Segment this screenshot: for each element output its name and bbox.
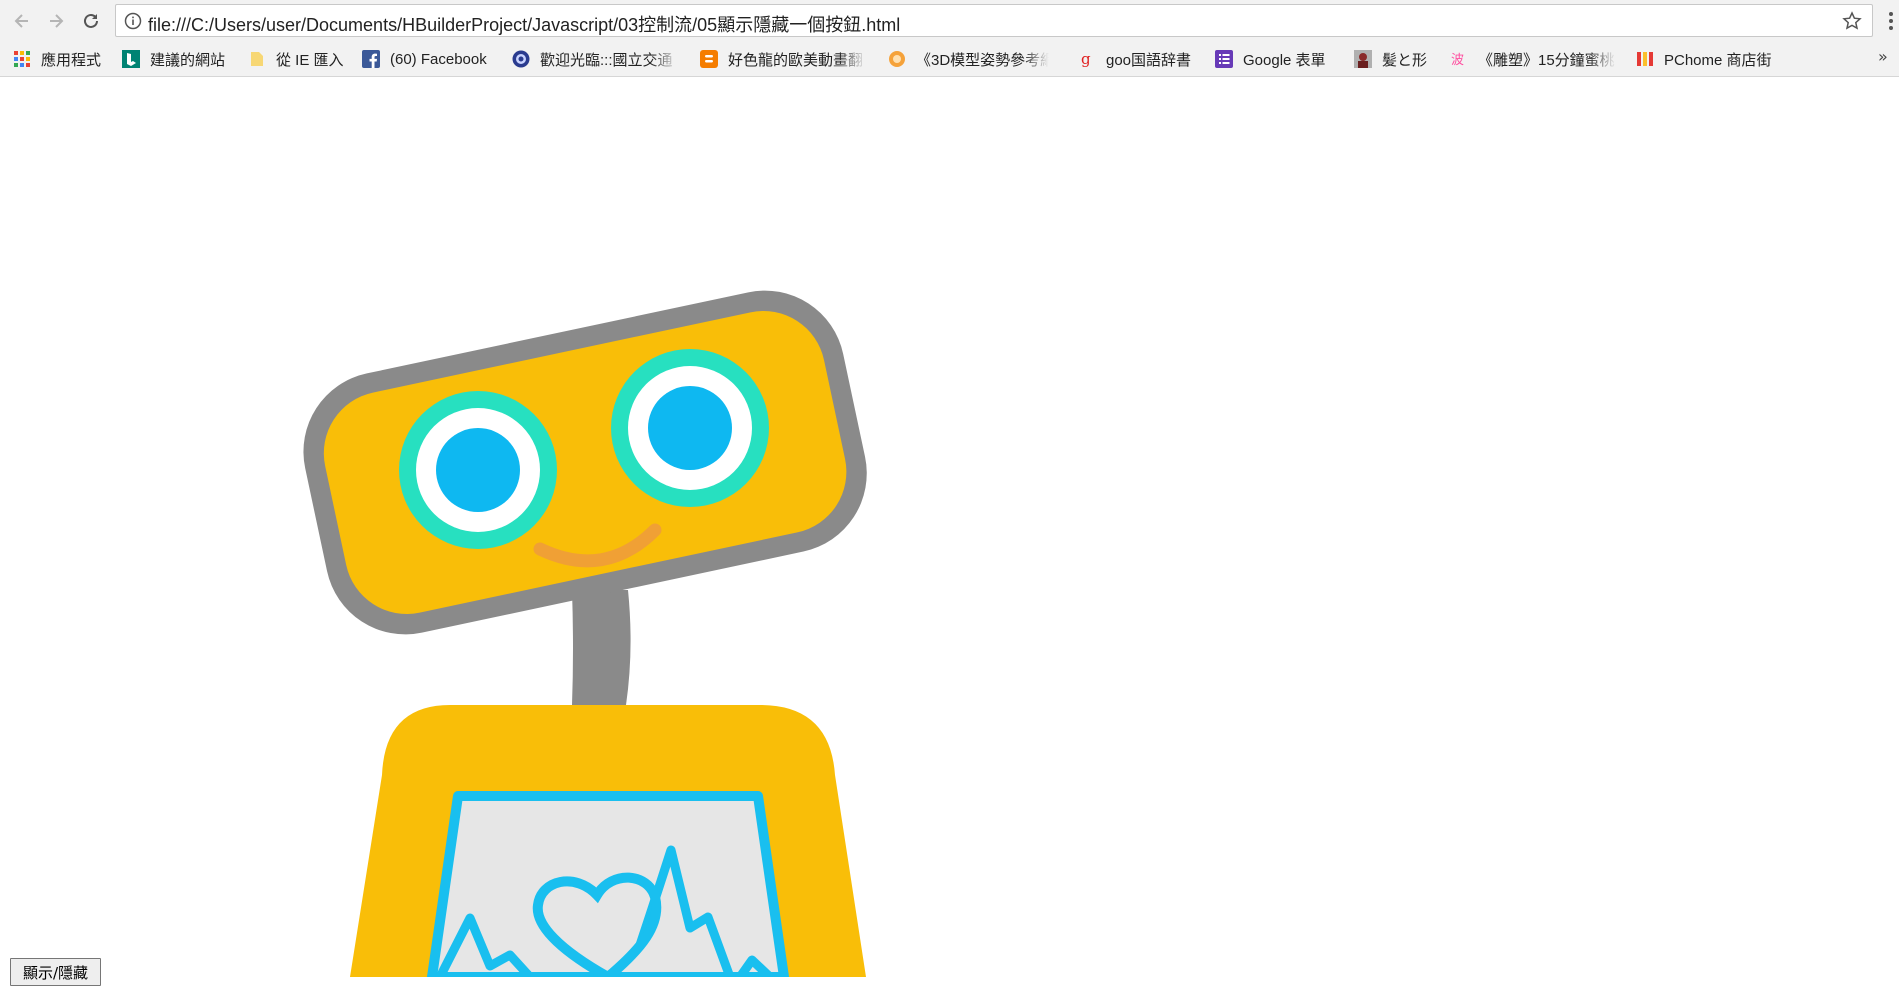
bookmark-cartoon-blog[interactable]: 好色龍的歐美動畫翻 [700, 48, 866, 70]
goo-icon: g [1081, 50, 1091, 68]
portrait-icon [1354, 50, 1372, 68]
svg-text:波: 波 [1451, 53, 1464, 68]
url-text[interactable]: file:///C:/Users/user/Documents/HBuilder… [148, 11, 900, 37]
bookmark-label: 應用程式 [41, 51, 102, 69]
bookmark-pchome[interactable]: PChome 商店街 [1636, 48, 1772, 70]
reload-icon[interactable] [78, 8, 104, 34]
google-forms-icon [1215, 50, 1233, 68]
bookmark-label: 《3D模型姿勢參考網 [916, 51, 1049, 69]
toggle-visibility-button[interactable]: 顯示/隱藏 [10, 958, 101, 986]
forward-arrow-icon[interactable] [43, 8, 69, 34]
robot-head [303, 290, 867, 635]
kebab-menu-icon[interactable] [1887, 10, 1895, 32]
info-icon[interactable] [124, 12, 142, 30]
bookmark-label: 歡迎光臨:::國立交通 [540, 51, 673, 69]
apps-grid-icon [14, 51, 30, 67]
back-arrow-icon[interactable] [9, 8, 35, 34]
bookmark-sculpture[interactable]: 波 《雕塑》15分鐘蜜桃 [1450, 48, 1616, 70]
bookmark-suggested-sites[interactable]: 建議的網站 [122, 48, 225, 70]
bookmark-facebook[interactable]: (60) Facebook [362, 48, 487, 70]
bookmark-google-forms[interactable]: Google 表單 [1215, 48, 1326, 70]
bookmark-label: 從 IE 匯入 [276, 51, 344, 69]
bookmark-label: Google 表單 [1243, 51, 1326, 69]
bing-icon [122, 50, 140, 68]
browser-toolbar: file:///C:/Users/user/Documents/HBuilder… [0, 0, 1899, 42]
bookmark-label: PChome 商店街 [1664, 51, 1772, 69]
blogger-icon [700, 50, 718, 68]
bookmark-label: 髪と形 [1382, 51, 1428, 69]
pchome-icon [1637, 52, 1653, 66]
bookmark-label: (60) Facebook [390, 50, 487, 68]
bookmark-hair-and-form[interactable]: 髪と形 [1354, 48, 1427, 70]
bookmark-apps[interactable]: 應用程式 [13, 48, 101, 70]
bookmarks-bar: 應用程式 建議的網站 從 IE 匯入 (60) Facebook 歡迎光臨:::… [0, 42, 1899, 77]
facebook-icon [362, 50, 380, 68]
pink-wave-icon: 波 [1451, 53, 1464, 68]
bookmark-label: goo国語辞書 [1106, 51, 1192, 69]
star-icon[interactable] [1842, 11, 1862, 31]
bookmark-label: 《雕塑》15分鐘蜜桃 [1478, 51, 1615, 69]
folder-icon [251, 52, 263, 66]
bookmark-imported-from-ie[interactable]: 從 IE 匯入 [248, 48, 344, 70]
bookmarks-overflow-chevron[interactable]: » [1878, 47, 1888, 66]
address-bar[interactable]: file:///C:/Users/user/Documents/HBuilder… [115, 4, 1873, 37]
robot-neck [572, 590, 631, 705]
nctu-icon [512, 50, 530, 68]
svg-text:g: g [1081, 50, 1091, 68]
robot-right-eye [611, 349, 769, 507]
robot-left-eye [399, 391, 557, 549]
bookmark-3d-pose[interactable]: 《3D模型姿勢參考網 [888, 48, 1049, 70]
robot-illustration [303, 290, 867, 977]
bookmark-label: 建議的網站 [150, 51, 226, 69]
bookmark-nctu[interactable]: 歡迎光臨:::國立交通 [512, 48, 678, 70]
bookmark-label: 好色龍的歐美動畫翻 [728, 51, 864, 69]
orange-circle-icon [889, 51, 905, 67]
bookmark-goo-dictionary[interactable]: g goo国語辞書 [1078, 48, 1191, 70]
